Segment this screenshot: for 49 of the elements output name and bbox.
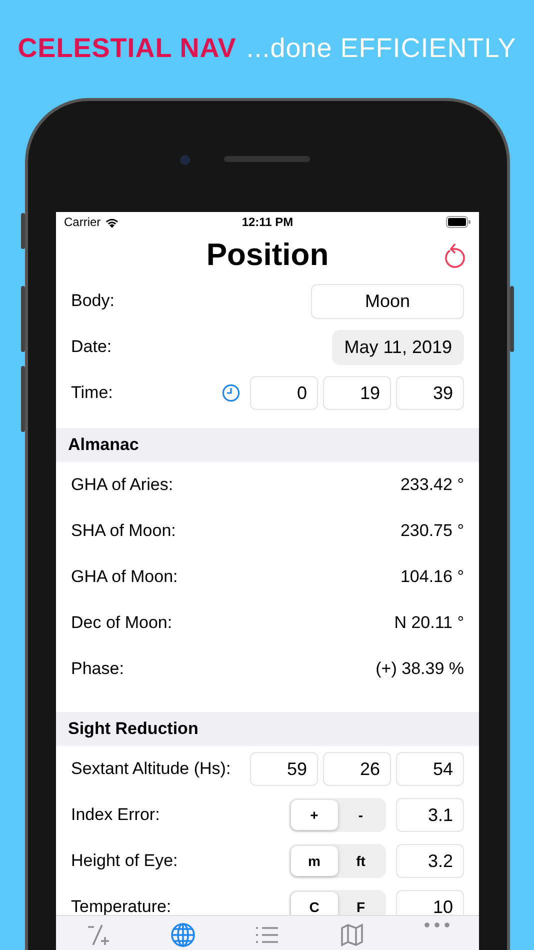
brand-name: CELESTIAL NAV	[18, 33, 236, 64]
screen-title: Position	[206, 237, 329, 273]
field-label: Time:	[71, 383, 114, 403]
value-text: (+) 38.39 %	[376, 659, 464, 679]
number-field[interactable]: 19	[323, 376, 391, 410]
number-field[interactable]: 0	[250, 376, 318, 410]
segment[interactable]: F	[338, 892, 384, 915]
segment[interactable]: m	[291, 846, 338, 876]
number-field[interactable]: 54	[396, 752, 464, 786]
value-text: 104.16 °	[400, 567, 464, 587]
section-header: Sight Reduction	[56, 712, 479, 746]
row-label: Height of Eye:	[71, 851, 179, 871]
number-field[interactable]: 59	[250, 752, 318, 786]
number-field[interactable]: 3.1	[396, 798, 464, 832]
clock-icon[interactable]	[222, 384, 240, 402]
carrier-text: Carrier	[64, 215, 101, 229]
section-header: Almanac	[56, 428, 479, 462]
plus-minus-icon	[85, 922, 112, 948]
row-label: Phase:	[71, 659, 125, 679]
status-time: 12:11 PM	[242, 215, 294, 229]
segment[interactable]: ft	[338, 846, 384, 876]
segment[interactable]: +	[291, 800, 338, 830]
wifi-icon	[104, 216, 119, 228]
number-field[interactable]: 26	[323, 752, 391, 786]
tagline: ...done EFFICIENTLY	[246, 33, 516, 64]
value-text: 230.75 °	[400, 521, 464, 541]
segment[interactable]: -	[338, 800, 384, 830]
date-picker[interactable]: May 11, 2019	[332, 330, 464, 364]
number-field[interactable]: 39	[396, 376, 464, 410]
more-icon	[424, 922, 450, 928]
field-label: Body:	[71, 291, 116, 311]
row-label: Index Error:	[71, 805, 161, 825]
globe-icon	[170, 922, 196, 948]
row-label: GHA of Moon:	[71, 567, 179, 587]
segment[interactable]: C	[291, 892, 338, 915]
map-icon	[339, 922, 366, 948]
row-label: Sextant Altitude (Hs):	[71, 759, 232, 779]
value-text: 233.42 °	[400, 475, 464, 495]
camera	[180, 155, 190, 165]
row-label: SHA of Moon:	[71, 521, 177, 541]
body-picker[interactable]: Moon	[311, 284, 464, 318]
field-label: Date:	[71, 337, 113, 357]
number-field[interactable]: 10	[396, 890, 464, 915]
row-label: GHA of Aries:	[71, 475, 174, 495]
row-label: Dec of Moon:	[71, 613, 174, 633]
reset-icon[interactable]	[443, 241, 467, 269]
value-text: N 20.11 °	[394, 613, 464, 633]
number-field[interactable]: 3.2	[396, 844, 464, 878]
battery-icon	[446, 216, 471, 228]
